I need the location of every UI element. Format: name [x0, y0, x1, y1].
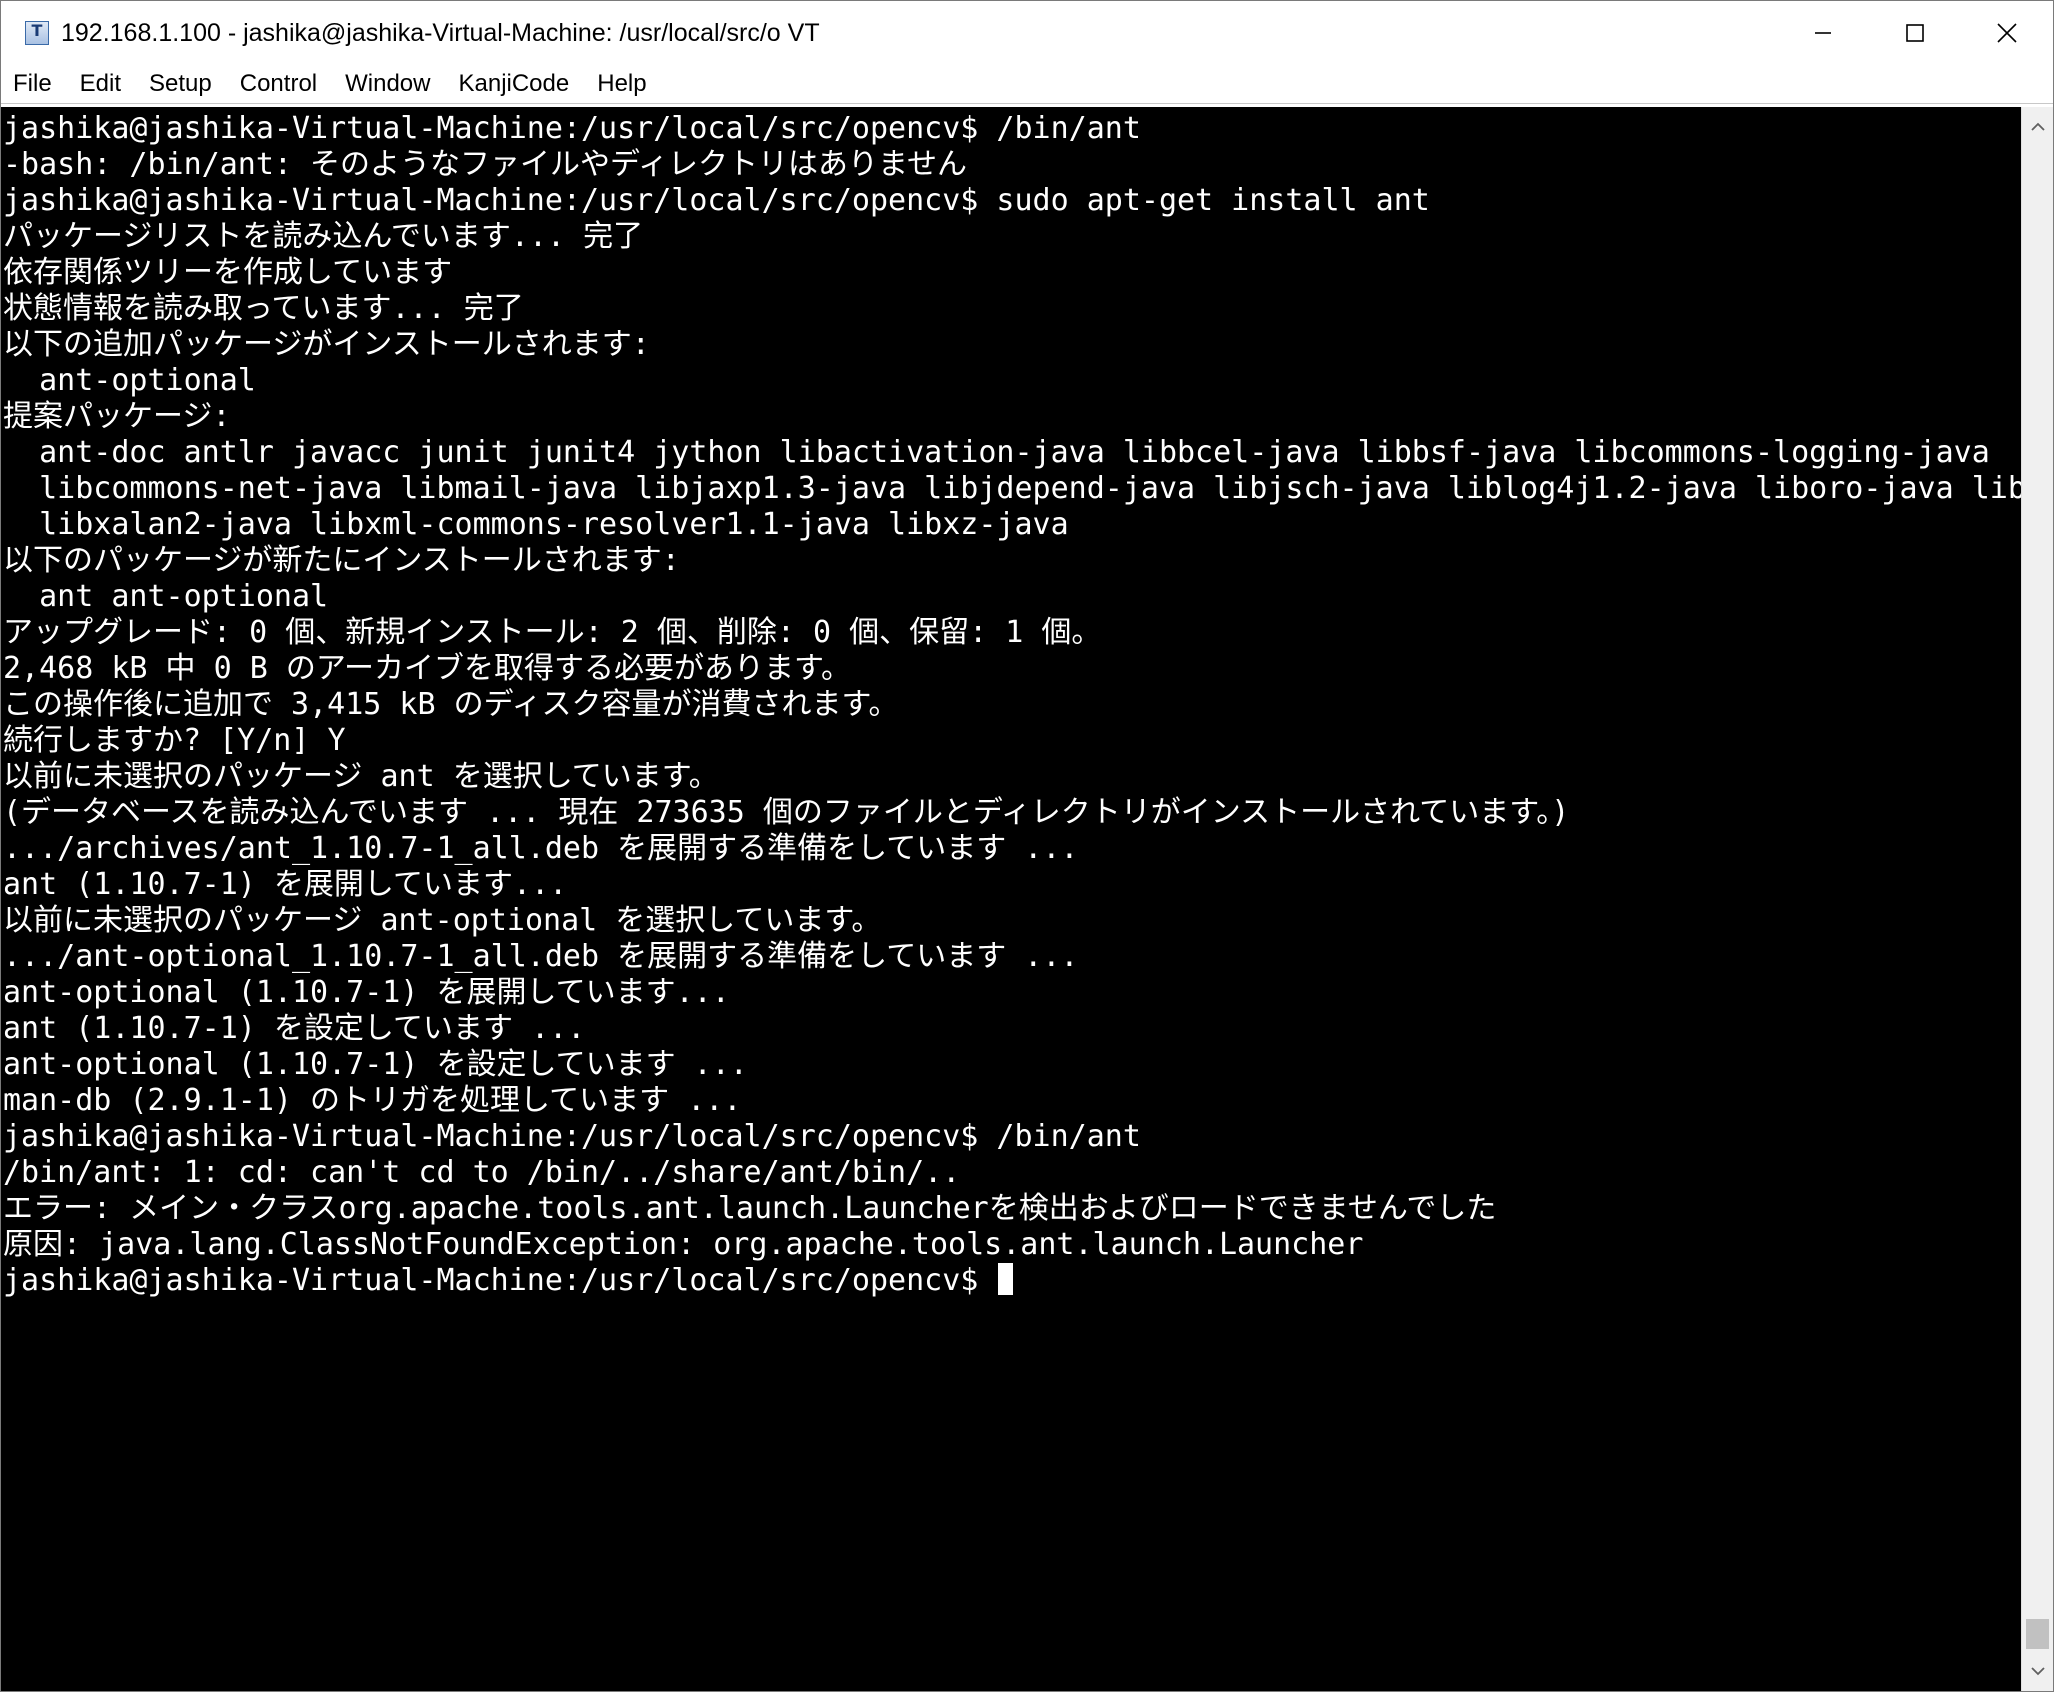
terminal-line: libxalan2-java libxml-commons-resolver1.…	[3, 507, 1069, 542]
menu-edit[interactable]: Edit	[66, 65, 135, 103]
terminal-line: 状態情報を読み取っています... 完了	[3, 291, 524, 326]
terminal-line: libcommons-net-java libmail-java libjaxp…	[3, 471, 2021, 506]
terminal-line: /bin/ant: 1: cd: can't cd to /bin/../sha…	[3, 1155, 961, 1190]
terminal-line: jashika@jashika-Virtual-Machine:/usr/loc…	[3, 111, 1141, 146]
minimize-button[interactable]	[1777, 1, 1869, 65]
terminal-lines: jashika@jashika-Virtual-Machine:/usr/loc…	[3, 111, 2021, 1299]
terminal-window: 192.168.1.100 - jashika@jashika-Virtual-…	[0, 0, 2054, 1692]
terminal-line: (データベースを読み込んでいます ... 現在 273635 個のファイルとディ…	[3, 795, 1570, 830]
menu-file[interactable]: File	[1, 65, 66, 103]
menu-help[interactable]: Help	[583, 65, 660, 103]
scroll-down-button[interactable]	[2022, 1655, 2053, 1687]
terminal-line: ant-doc antlr javacc junit junit4 jython…	[3, 435, 1990, 470]
terminal-line: ant ant-optional	[3, 579, 329, 614]
close-icon	[1997, 23, 2017, 43]
terminal-line: .../archives/ant_1.10.7-1_all.deb を展開する準…	[3, 831, 1079, 866]
menu-kanjicode[interactable]: KanjiCode	[444, 65, 583, 103]
terminal-line: ant (1.10.7-1) を設定しています ...	[3, 1011, 586, 1046]
terminal-line: jashika@jashika-Virtual-Machine:/usr/loc…	[3, 183, 1430, 218]
terminal-line: .../ant-optional_1.10.7-1_all.deb を展開する準…	[3, 939, 1079, 974]
terminal-line: man-db (2.9.1-1) のトリガを処理しています ...	[3, 1083, 742, 1118]
menu-control[interactable]: Control	[226, 65, 331, 103]
menu-setup[interactable]: Setup	[135, 65, 226, 103]
terminal-line: jashika@jashika-Virtual-Machine:/usr/loc…	[3, 1119, 1141, 1154]
title-bar[interactable]: 192.168.1.100 - jashika@jashika-Virtual-…	[1, 1, 2053, 65]
scroll-up-button[interactable]	[2022, 111, 2053, 143]
menu-bar: File Edit Setup Control Window KanjiCode…	[1, 65, 2053, 104]
scroll-thumb[interactable]	[2026, 1619, 2049, 1649]
menu-window[interactable]: Window	[331, 65, 444, 103]
text-cursor	[998, 1263, 1014, 1295]
chevron-down-icon	[2030, 1667, 2045, 1676]
terminal-output[interactable]: jashika@jashika-Virtual-Machine:/usr/loc…	[1, 107, 2021, 1691]
terminal-line: パッケージリストを読み込んでいます... 完了	[3, 219, 644, 254]
minimize-icon	[1815, 32, 1831, 34]
chevron-up-icon	[2030, 122, 2045, 131]
terminal-line: 以前に未選択のパッケージ ant-optional を選択しています。	[3, 903, 882, 938]
window-title: 192.168.1.100 - jashika@jashika-Virtual-…	[61, 19, 820, 47]
terminal-line: 以下の追加パッケージがインストールされます:	[3, 327, 650, 362]
terminal-prompt: jashika@jashika-Virtual-Machine:/usr/loc…	[3, 1263, 997, 1298]
terminal-line: 依存関係ツリーを作成しています	[3, 255, 453, 290]
maximize-button[interactable]	[1869, 1, 1961, 65]
terminal-line: エラー: メイン・クラスorg.apache.tools.ant.launch.…	[3, 1191, 1497, 1226]
terminal-line: この操作後に追加で 3,415 kB のディスク容量が消費されます。	[3, 687, 899, 722]
terminal-line: アップグレード: 0 個、新規インストール: 2 個、削除: 0 個、保留: 1…	[3, 615, 1102, 650]
terminal-line: 続行しますか? [Y/n] Y	[3, 723, 346, 758]
terminal-line: ant-optional (1.10.7-1) を設定しています ...	[3, 1047, 748, 1082]
terminal-line: 以前に未選択のパッケージ ant を選択しています。	[3, 759, 719, 794]
terminal-line: ant (1.10.7-1) を展開しています...	[3, 867, 568, 902]
terminal-line: 以下のパッケージが新たにインストールされます:	[3, 543, 680, 578]
terminal-line: 原因: java.lang.ClassNotFoundException: or…	[3, 1227, 1364, 1262]
terminal-line: ant-optional	[3, 363, 256, 398]
close-button[interactable]	[1961, 1, 2053, 65]
terminal-line: ant-optional (1.10.7-1) を展開しています...	[3, 975, 730, 1010]
vertical-scrollbar[interactable]	[2021, 107, 2053, 1691]
terminal-prompt-line[interactable]: jashika@jashika-Virtual-Machine:/usr/loc…	[3, 1263, 2021, 1299]
teraterm-app-icon[interactable]	[25, 21, 49, 45]
terminal-line: 提案パッケージ:	[3, 399, 231, 434]
terminal-line: 2,468 kB 中 0 B のアーカイブを取得する必要があります。	[3, 651, 852, 686]
terminal-line: -bash: /bin/ant: そのようなファイルやディレクトリはありません	[3, 147, 968, 182]
maximize-icon	[1906, 24, 1924, 42]
